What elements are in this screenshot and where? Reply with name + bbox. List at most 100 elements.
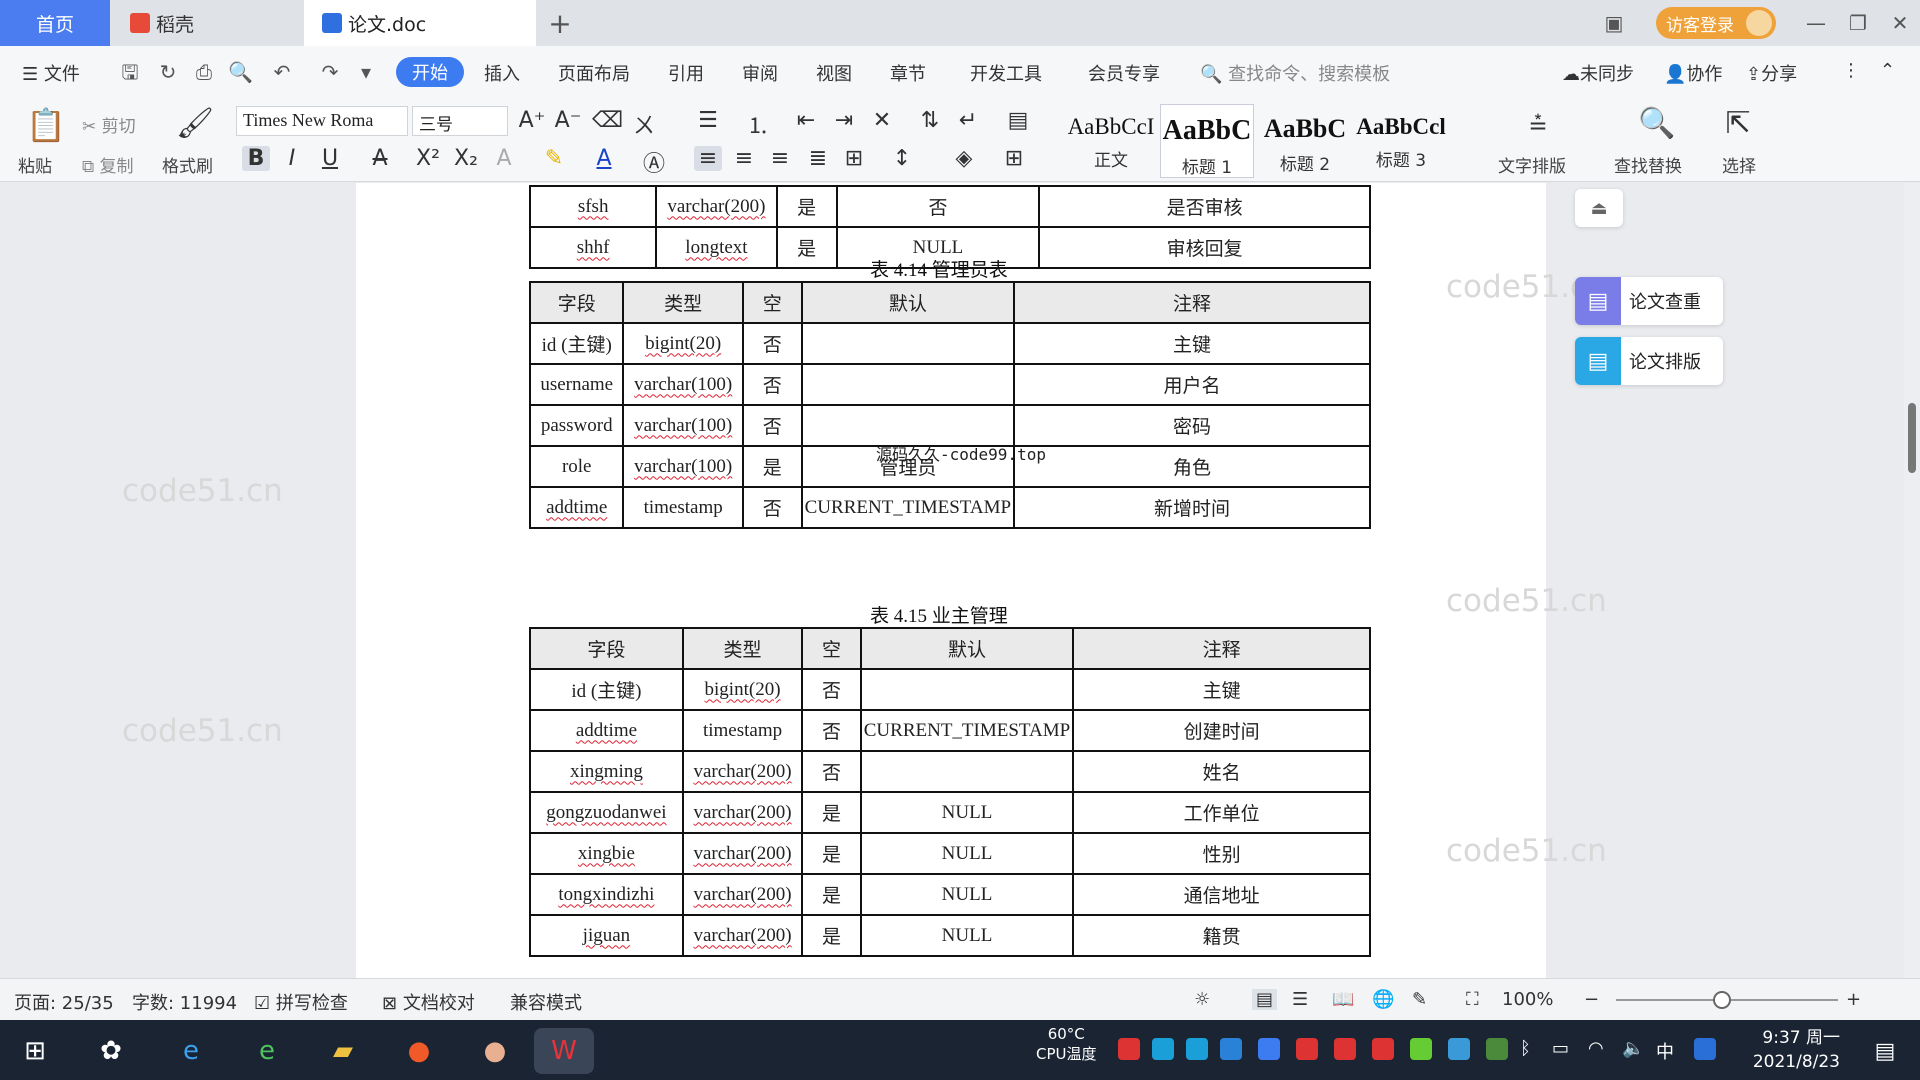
decrease-indent-icon[interactable]: ⇤ [792, 108, 820, 133]
menu-page-layout[interactable]: 页面布局 [558, 60, 630, 86]
spell-check[interactable]: ☑ 拼写检查 [254, 989, 348, 1015]
text-layout-button[interactable]: 文字排版 [1498, 152, 1566, 177]
command-search[interactable]: 🔍 查找命令、搜索模板 [1200, 60, 1390, 86]
shrink-font-icon[interactable]: A⁻ [554, 108, 582, 133]
style-normal[interactable]: AaBbCcI 正文 [1064, 104, 1158, 178]
collapse-ribbon-icon[interactable]: ⌃ [1880, 60, 1895, 81]
bullet-list-icon[interactable]: ☰ [694, 108, 722, 133]
side-collapse-button[interactable]: ⏏ [1575, 189, 1623, 227]
tab-document[interactable]: 论文.doc [304, 0, 536, 46]
menu-dev-tools[interactable]: 开发工具 [970, 60, 1042, 86]
browser-360-icon[interactable]: e [244, 1028, 290, 1074]
copy-button[interactable]: ⧉ 复制 [82, 152, 134, 177]
strikethrough-icon[interactable]: A [366, 146, 394, 171]
tab-home[interactable]: 首页 [0, 0, 110, 46]
shading-icon[interactable]: ◈ [950, 146, 978, 171]
find-icon[interactable]: 🔍 [1638, 106, 1675, 141]
file-explorer-icon[interactable]: ▰ [320, 1028, 366, 1074]
undo-icon[interactable]: ↶ [270, 60, 294, 84]
numbered-list-icon[interactable]: ⒈ [744, 108, 772, 140]
paste-button[interactable]: 粘贴 [18, 152, 52, 177]
word-count[interactable]: 字数: 11994 [132, 989, 237, 1015]
windows-start-icon[interactable]: ⊞ [12, 1028, 58, 1074]
more-icon[interactable]: ⋮ [1842, 60, 1860, 81]
vertical-scrollbar[interactable] [1904, 183, 1920, 978]
share-button[interactable]: ⇪分享 [1746, 60, 1797, 86]
fit-page-icon[interactable]: ⛶ [1466, 989, 1479, 1010]
login-button[interactable]: 访客登录 [1656, 7, 1776, 39]
page-view-icon[interactable]: ▤ [1252, 989, 1278, 1010]
tray-app-icon[interactable] [1410, 1038, 1432, 1060]
volume-icon[interactable]: 🔈 [1622, 1038, 1644, 1060]
select-cursor-icon[interactable]: ⇱ [1724, 106, 1752, 141]
tray-app-icon[interactable] [1448, 1038, 1470, 1060]
ie-browser-icon[interactable]: e [168, 1028, 214, 1074]
style-heading-1[interactable]: AaBbC 标题 1 [1160, 104, 1254, 178]
paper-layout-button[interactable]: ▤ 论文排版 [1575, 337, 1723, 385]
wps-icon[interactable]: W [534, 1028, 594, 1074]
menu-start[interactable]: 开始 [396, 57, 464, 87]
align-right-icon[interactable]: ≡ [766, 146, 794, 171]
paper-check-button[interactable]: ▤ 论文查重 [1575, 277, 1723, 325]
increase-indent-icon[interactable]: ⇥ [830, 108, 858, 133]
read-view-icon[interactable]: 📖 [1332, 989, 1354, 1010]
menu-chapter[interactable]: 章节 [890, 60, 926, 86]
char-border-icon[interactable]: Ⓐ [640, 146, 668, 178]
zoom-out-icon[interactable]: − [1584, 989, 1599, 1010]
outline-view-icon[interactable]: ☰ [1292, 989, 1308, 1010]
redo-icon[interactable]: ↷ [318, 60, 342, 84]
eye-protect-icon[interactable]: ☼ [1194, 989, 1210, 1010]
clock[interactable]: 9:37 周一 2021/8/23 [1740, 1026, 1840, 1074]
tray-app-icon[interactable] [1372, 1038, 1394, 1060]
find-replace-button[interactable]: 查找替换 [1614, 152, 1682, 177]
menu-references[interactable]: 引用 [668, 60, 704, 86]
menu-view[interactable]: 视图 [816, 60, 852, 86]
sort-icon[interactable]: ⇅ [916, 108, 944, 133]
phonetic-icon[interactable]: ㄨ [630, 108, 658, 140]
distributed-icon[interactable]: ⊞ [840, 146, 868, 171]
format-painter-icon[interactable]: 🖌 [176, 106, 214, 141]
tray-app-icon[interactable] [1296, 1038, 1318, 1060]
new-tab-button[interactable]: + [540, 0, 580, 46]
subscript-icon[interactable]: X₂ [452, 146, 480, 171]
font-size-select[interactable]: 三号 [412, 106, 508, 136]
text-layout-icon[interactable]: ⩮ [1524, 106, 1552, 141]
restore-icon[interactable]: ❐ [1838, 0, 1878, 46]
tray-app-icon[interactable] [1486, 1038, 1508, 1060]
sync-button[interactable]: ☁未同步 [1562, 60, 1634, 86]
page-count[interactable]: 页面: 25/35 [14, 989, 114, 1015]
italic-icon[interactable]: I [278, 146, 306, 171]
format-painter-button[interactable]: 格式刷 [162, 152, 213, 177]
print-icon[interactable]: ⎙ [192, 60, 216, 84]
battery-icon[interactable]: ▭ [1552, 1038, 1574, 1060]
align-left-icon[interactable]: ≡ [694, 146, 722, 171]
tray-app-icon[interactable] [1152, 1038, 1174, 1060]
menu-insert[interactable]: 插入 [484, 60, 520, 86]
font-family-select[interactable]: Times New Roma [236, 106, 408, 136]
tray-app-icon[interactable] [1334, 1038, 1356, 1060]
customize-icon[interactable]: ▾ [354, 60, 378, 84]
app-avatar-icon[interactable]: ● [396, 1028, 442, 1074]
minimize-icon[interactable]: — [1796, 0, 1836, 46]
chinese-layout-icon[interactable]: ✕ [868, 108, 896, 133]
table-icon[interactable]: ▤ [1004, 108, 1032, 133]
app-photo-icon[interactable]: ● [472, 1028, 518, 1074]
doc-proof[interactable]: ⊠ 文档校对 [382, 989, 475, 1015]
menu-review[interactable]: 审阅 [742, 60, 778, 86]
paste-icon[interactable]: 📋 [26, 106, 66, 144]
underline-icon[interactable]: U [316, 146, 344, 171]
wifi-icon[interactable]: ◠ [1588, 1038, 1610, 1060]
zoom-level[interactable]: 100% [1502, 989, 1553, 1010]
tab-daoke[interactable]: 稻壳 [112, 0, 302, 46]
notification-icon[interactable]: ▤ [1862, 1028, 1908, 1074]
cpu-temp[interactable]: 60°C CPU温度 [1036, 1024, 1097, 1064]
tray-app-icon[interactable] [1118, 1038, 1140, 1060]
tray-app-icon[interactable] [1186, 1038, 1208, 1060]
zoom-in-icon[interactable]: + [1846, 989, 1861, 1010]
close-icon[interactable]: ✕ [1880, 0, 1920, 46]
undo-history-icon[interactable]: ↻ [156, 60, 180, 84]
shield-icon[interactable] [1258, 1038, 1280, 1060]
align-center-icon[interactable]: ≡ [730, 146, 758, 171]
web-view-icon[interactable]: 🌐 [1372, 989, 1394, 1010]
cut-button[interactable]: ✂ 剪切 [82, 112, 136, 137]
